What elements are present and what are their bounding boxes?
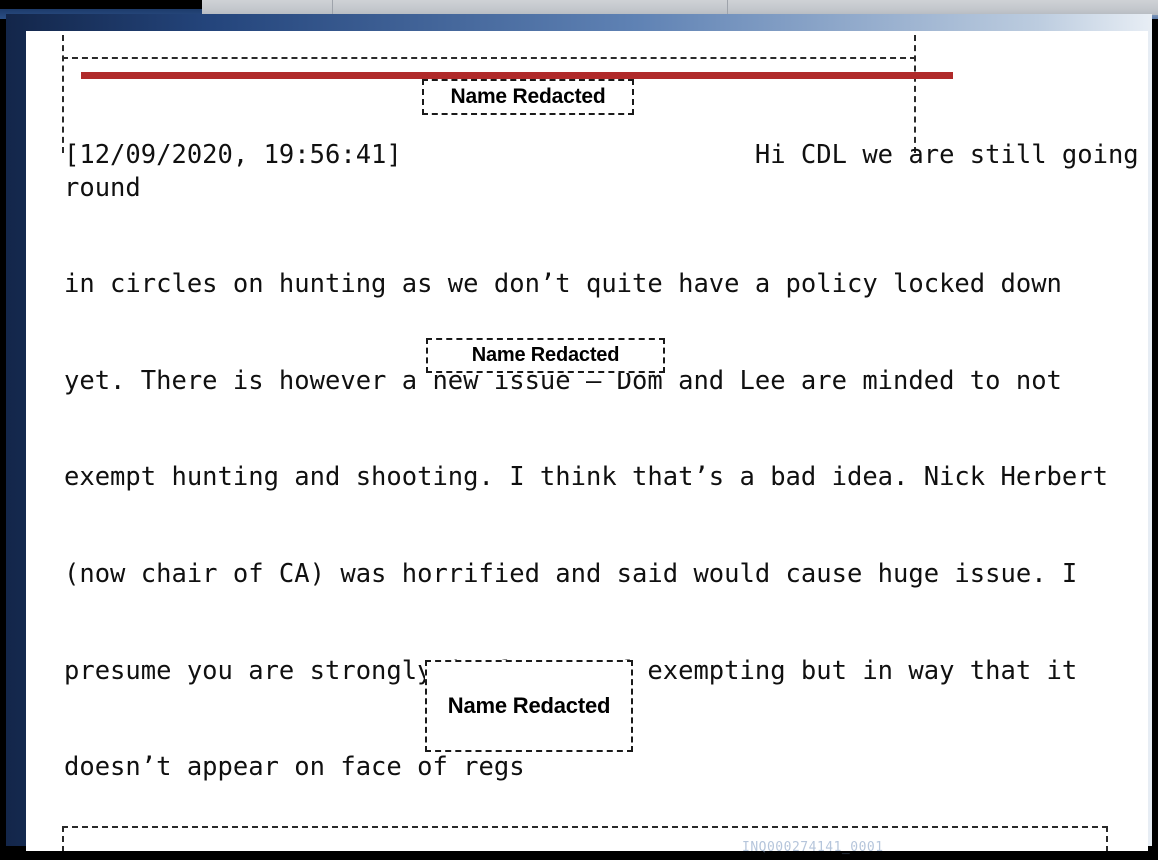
page-frame: [12/09/2020, 19:56:41] Hi CDL we are sti… bbox=[6, 14, 1152, 851]
transcript-line: (now chair of CA) was horrified and said… bbox=[64, 559, 1078, 590]
toolbar-divider-2 bbox=[727, 0, 728, 15]
viewer-toolbar[interactable] bbox=[202, 0, 1158, 15]
name-redacted-stamp: Name Redacted bbox=[422, 79, 634, 115]
name-redacted-stamp: Name Redacted bbox=[425, 660, 633, 752]
transcript-line: [12/09/2020, 19:56:41] Hi CDL we are sti… bbox=[64, 140, 1139, 203]
transcript-line: in circles on hunting as we don’t quite … bbox=[64, 269, 1062, 300]
transcript-line: doesn’t appear on face of regs bbox=[64, 752, 525, 783]
name-redacted-stamp: Name Redacted bbox=[426, 338, 665, 373]
toolbar-left-filler bbox=[0, 0, 202, 9]
transcript-line: [12/09/2020, 20:02:40] Michael Gove: Yes bbox=[64, 848, 1139, 851]
transcript-line: exempt hunting and shooting. I think tha… bbox=[64, 462, 1108, 493]
toolbar-divider-1 bbox=[332, 0, 333, 15]
document-viewer-window: [12/09/2020, 19:56:41] Hi CDL we are sti… bbox=[0, 0, 1158, 860]
document-page[interactable]: [12/09/2020, 19:56:41] Hi CDL we are sti… bbox=[26, 31, 1148, 851]
annotation-frame-top-rule bbox=[62, 57, 916, 59]
document-watermark: INQ000274141_0001 bbox=[742, 840, 884, 855]
